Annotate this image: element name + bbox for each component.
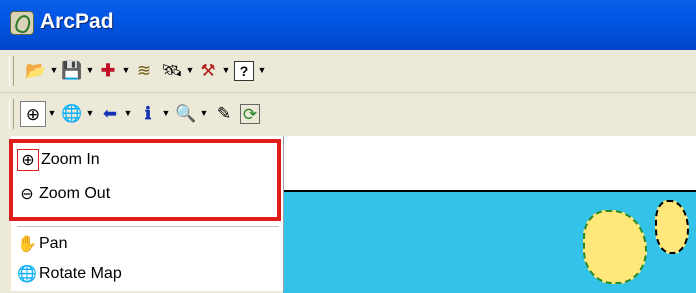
help-icon: ? bbox=[239, 63, 249, 79]
zoom-in-icon: ⊕ bbox=[25, 104, 41, 124]
save-button[interactable]: 💾 bbox=[60, 58, 84, 82]
identify-button[interactable]: ℹ bbox=[136, 101, 160, 125]
menu-item-label: Rotate Map bbox=[39, 265, 122, 282]
title-bar: ArcPad bbox=[0, 0, 696, 50]
highlight-box bbox=[9, 139, 281, 221]
find-binoculars-icon: 🔍 bbox=[175, 103, 197, 123]
browse-toolbar: ⊕ ▼ 🌐 ▼ ⬅ ▼ ℹ ▼ 🔍 ▼ ✎ ⟳ bbox=[0, 93, 696, 135]
zoom-in-tool-button[interactable]: ⊕ bbox=[20, 101, 46, 127]
toolbar-grip[interactable] bbox=[9, 99, 14, 129]
edit-button[interactable]: ✎ bbox=[212, 101, 236, 125]
layers-icon: ≋ bbox=[136, 60, 152, 80]
menu-separator bbox=[17, 226, 279, 227]
menu-item-pan[interactable]: ✋ Pan bbox=[11, 230, 283, 258]
open-dropdown-arrow[interactable]: ▼ bbox=[50, 61, 59, 79]
tools-dropdown-arrow[interactable]: ▼ bbox=[222, 61, 231, 79]
pan-hand-icon: ✋ bbox=[17, 236, 37, 253]
save-icon: 💾 bbox=[61, 60, 83, 80]
add-data-icon: ✚ bbox=[100, 60, 116, 80]
menu-item-rotate-map[interactable]: 🌐 Rotate Map bbox=[11, 260, 283, 288]
map-feature-island bbox=[583, 210, 647, 284]
map-view[interactable] bbox=[283, 190, 696, 293]
save-dropdown-arrow[interactable]: ▼ bbox=[86, 61, 95, 79]
globe-dropdown-arrow[interactable]: ▼ bbox=[86, 104, 95, 122]
refresh-button[interactable]: ⟳ bbox=[240, 104, 260, 124]
open-button[interactable]: 📂 bbox=[24, 58, 48, 82]
rotate-map-icon: 🌐 bbox=[17, 266, 37, 283]
back-arrow-icon: ⬅ bbox=[102, 103, 118, 123]
tools-icon: ⚒ bbox=[200, 60, 216, 80]
add-data-dropdown-arrow[interactable]: ▼ bbox=[122, 61, 131, 79]
open-folder-icon: 📂 bbox=[25, 60, 47, 80]
find-button[interactable]: 🔍 bbox=[174, 101, 198, 125]
back-button[interactable]: ⬅ bbox=[98, 101, 122, 125]
add-data-button[interactable]: ✚ bbox=[96, 58, 120, 82]
gps-dropdown-arrow[interactable]: ▼ bbox=[186, 61, 195, 79]
window-title: ArcPad bbox=[40, 10, 114, 33]
back-dropdown-arrow[interactable]: ▼ bbox=[124, 104, 133, 122]
globe-icon: 🌐 bbox=[61, 103, 83, 123]
help-dropdown-arrow[interactable]: ▼ bbox=[258, 61, 267, 79]
gps-button[interactable]: 🛰 bbox=[160, 58, 184, 82]
map-feature-island bbox=[655, 200, 689, 254]
layers-button[interactable]: ≋ bbox=[132, 58, 156, 82]
refresh-icon: ⟳ bbox=[242, 104, 258, 124]
toolbar-grip[interactable] bbox=[9, 56, 14, 86]
find-dropdown-arrow[interactable]: ▼ bbox=[200, 104, 209, 122]
globe-button[interactable]: 🌐 bbox=[60, 101, 84, 125]
identify-icon: ℹ bbox=[144, 103, 152, 123]
edit-pencil-icon: ✎ bbox=[216, 103, 232, 123]
menu-item-label: Pan bbox=[39, 235, 68, 252]
help-button[interactable]: ? bbox=[234, 61, 254, 81]
zoom-dropdown-arrow[interactable]: ▼ bbox=[48, 104, 57, 122]
gps-icon: 🛰 bbox=[161, 60, 183, 80]
arcpad-logo-icon bbox=[10, 11, 34, 35]
identify-dropdown-arrow[interactable]: ▼ bbox=[162, 104, 171, 122]
tools-button[interactable]: ⚒ bbox=[196, 58, 220, 82]
file-toolbar: 📂 ▼ 💾 ▼ ✚ ▼ ≋ 🛰 ▼ ⚒ ▼ ? ▼ bbox=[0, 50, 696, 93]
